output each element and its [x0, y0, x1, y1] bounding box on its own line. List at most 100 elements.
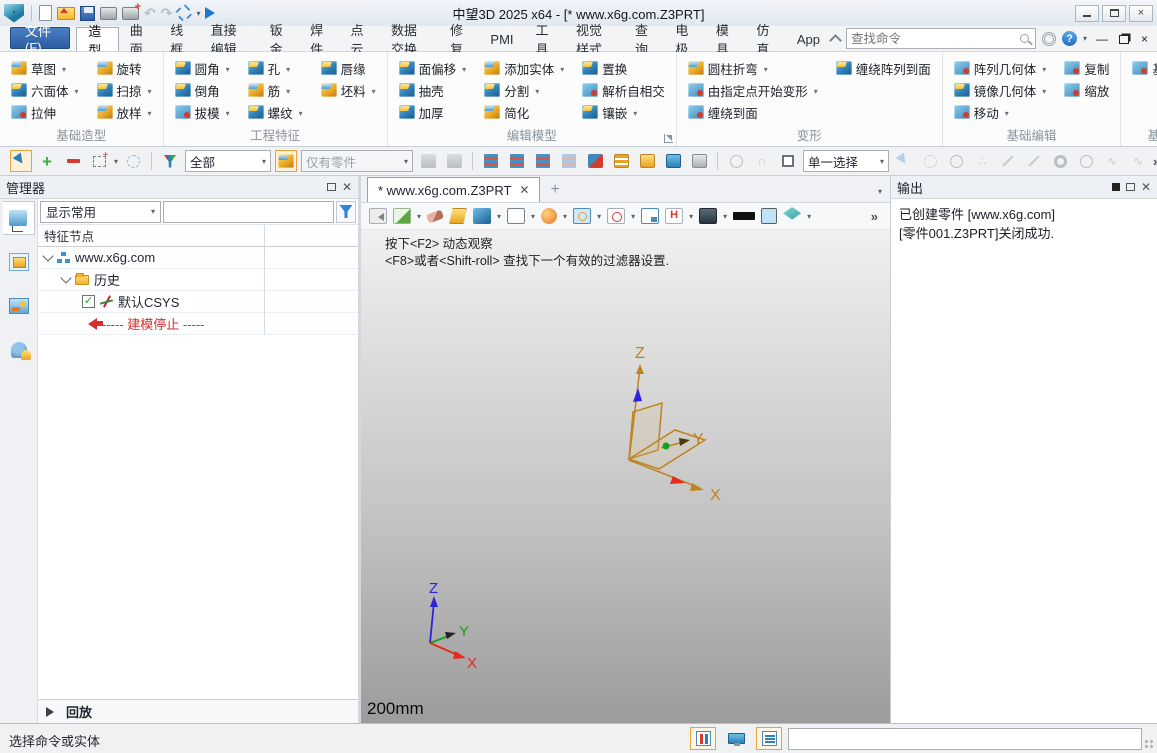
filter-all-select[interactable]: 全部▾: [185, 150, 271, 172]
ribbon-item-box[interactable]: 六面体: [9, 79, 81, 101]
tab-shape[interactable]: 造型: [76, 27, 118, 51]
pick-cursor-icon[interactable]: [584, 150, 606, 172]
search-icon[interactable]: [1020, 34, 1029, 43]
model-canvas[interactable]: 按下<F2> 动态观察 <F8>或者<Shift-roll> 查找下一个有效的过…: [361, 230, 890, 723]
tab-visual-style[interactable]: 视觉样式: [565, 27, 624, 51]
ribbon-item-revolve[interactable]: 旋转: [95, 57, 154, 79]
open-file-icon[interactable]: [57, 7, 75, 20]
pick-global-icon[interactable]: [662, 150, 684, 172]
tree-row-part[interactable]: www.x6g.com: [38, 247, 358, 269]
new-file-icon[interactable]: [39, 5, 52, 21]
dropdown-arrow-icon[interactable]: [60, 61, 66, 75]
tab-electrode[interactable]: 电极: [664, 27, 704, 51]
dropdown-arrow-icon[interactable]: [284, 61, 290, 75]
tab-direct-edit[interactable]: 直接编辑: [200, 27, 259, 51]
checkbox-checked[interactable]: ✓: [82, 295, 95, 308]
column-separator[interactable]: [264, 225, 265, 246]
circle-point-icon[interactable]: [1049, 150, 1071, 172]
dropdown-arrow-icon[interactable]: [297, 105, 303, 119]
pick-list-icon[interactable]: [610, 150, 632, 172]
chevron-down-icon[interactable]: [42, 250, 53, 261]
print-icon[interactable]: [100, 7, 117, 20]
tab-mold[interactable]: 模具: [705, 27, 745, 51]
ribbon-item-datum-plane[interactable]: 基准面: [1130, 57, 1157, 79]
part-filter-toggle-icon[interactable]: [275, 150, 297, 172]
tree-header[interactable]: 特征节点: [38, 225, 358, 247]
tab-list-dropdown-icon[interactable]: ▾: [878, 187, 882, 196]
tab-data-exchange[interactable]: 数据交换: [380, 27, 439, 51]
dropdown-arrow-icon[interactable]: [1003, 105, 1009, 119]
pick-tool-icon[interactable]: [10, 150, 32, 172]
sort-forward-icon[interactable]: [480, 150, 502, 172]
dropdown-arrow-icon[interactable]: [558, 61, 564, 75]
pick-stamp-icon[interactable]: [443, 150, 465, 172]
sort-backward-icon[interactable]: [506, 150, 528, 172]
visual-manager-icon[interactable]: [3, 245, 35, 279]
undo-icon[interactable]: ↶: [144, 6, 156, 20]
ribbon-item-thicken[interactable]: 加厚: [397, 101, 469, 123]
tab-point-cloud[interactable]: 点云: [340, 27, 380, 51]
dropdown-arrow-icon[interactable]: ▾: [689, 212, 693, 221]
mdi-close-button[interactable]: ×: [1138, 32, 1151, 46]
file-menu-button[interactable]: 文件(F): [10, 27, 70, 49]
background-color-icon[interactable]: [761, 208, 777, 224]
tab-app[interactable]: App: [786, 27, 831, 51]
role-manager-icon[interactable]: [3, 333, 35, 367]
ribbon-item-hole[interactable]: 孔: [246, 57, 305, 79]
dropdown-arrow-icon[interactable]: ▾: [417, 212, 421, 221]
ribbon-item-simplify[interactable]: 简化: [482, 101, 566, 123]
dropdown-arrow-icon[interactable]: [460, 61, 466, 75]
ribbon-item-shell[interactable]: 抽壳: [397, 79, 469, 101]
panel-close-icon[interactable]: ✕: [342, 181, 352, 193]
ribbon-item-add-solid[interactable]: 添加实体: [482, 57, 566, 79]
ribbon-item-wrap-to-face[interactable]: 缠绕到面: [686, 101, 820, 123]
restore-button[interactable]: [1102, 5, 1126, 22]
ribbon-item-sketch[interactable]: 草图: [9, 57, 81, 79]
ribbon-item-deform-from-point[interactable]: 由指定点开始变形: [686, 79, 820, 101]
save-icon[interactable]: [80, 6, 95, 21]
mdi-restore-button[interactable]: [1119, 35, 1129, 44]
zoom-window-icon[interactable]: [573, 208, 591, 224]
entity-filter-icon[interactable]: [159, 150, 181, 172]
display-filter-select[interactable]: 显示常用▾: [40, 201, 161, 223]
color-swatch-icon[interactable]: [777, 150, 799, 172]
ribbon-item-pattern-geometry[interactable]: 阵列几何体: [952, 57, 1049, 79]
overflow-more-icon[interactable]: »: [1153, 154, 1157, 169]
settings-gear-icon[interactable]: [1042, 32, 1056, 46]
command-search-input[interactable]: [847, 32, 1020, 46]
measure-ruler-icon[interactable]: [665, 208, 683, 224]
dropdown-arrow-icon[interactable]: [1040, 83, 1046, 97]
redo-icon[interactable]: ↷: [161, 6, 173, 20]
qat-dropdown-icon[interactable]: ▾: [196, 9, 200, 18]
panel-close-icon[interactable]: ✕: [1141, 181, 1151, 193]
sort-none-icon[interactable]: [558, 150, 580, 172]
status-input-field[interactable]: [788, 728, 1142, 750]
add-select-icon[interactable]: +: [36, 150, 58, 172]
dropdown-arrow-icon[interactable]: ▾: [563, 212, 567, 221]
dropdown-arrow-icon[interactable]: [146, 105, 152, 119]
exit-view-icon[interactable]: [369, 208, 387, 224]
dropdown-arrow-icon[interactable]: [533, 83, 539, 97]
pick-dots-icon[interactable]: ∴: [971, 150, 993, 172]
compass-icon[interactable]: [725, 150, 747, 172]
close-button[interactable]: ×: [1129, 5, 1153, 22]
command-toolbox-icon[interactable]: [690, 727, 716, 750]
render-mode-icon[interactable]: [541, 208, 557, 224]
tab-inquire[interactable]: 查询: [624, 27, 664, 51]
dropdown-arrow-icon[interactable]: [224, 61, 230, 75]
dropdown-arrow-icon[interactable]: ▾: [723, 212, 727, 221]
ribbon-item-loft[interactable]: 放样: [95, 101, 154, 123]
manager-search-input[interactable]: [163, 201, 334, 223]
rotate-target-icon[interactable]: [607, 208, 625, 224]
panel-pin-icon[interactable]: [1112, 183, 1120, 191]
pick-last-icon[interactable]: [417, 150, 439, 172]
replay-section[interactable]: 回放: [38, 699, 358, 723]
ribbon-item-move[interactable]: 移动: [952, 101, 1049, 123]
dropdown-arrow-icon[interactable]: ▾: [631, 212, 635, 221]
spline-icon[interactable]: ∿: [1101, 150, 1123, 172]
panel-restore-icon[interactable]: [1126, 183, 1135, 191]
dropdown-arrow-icon[interactable]: [73, 83, 79, 97]
curve-pick-icon[interactable]: ∩: [751, 150, 773, 172]
filter-part-select[interactable]: 仅有零件▾: [301, 150, 413, 172]
minimize-button[interactable]: [1075, 5, 1099, 22]
